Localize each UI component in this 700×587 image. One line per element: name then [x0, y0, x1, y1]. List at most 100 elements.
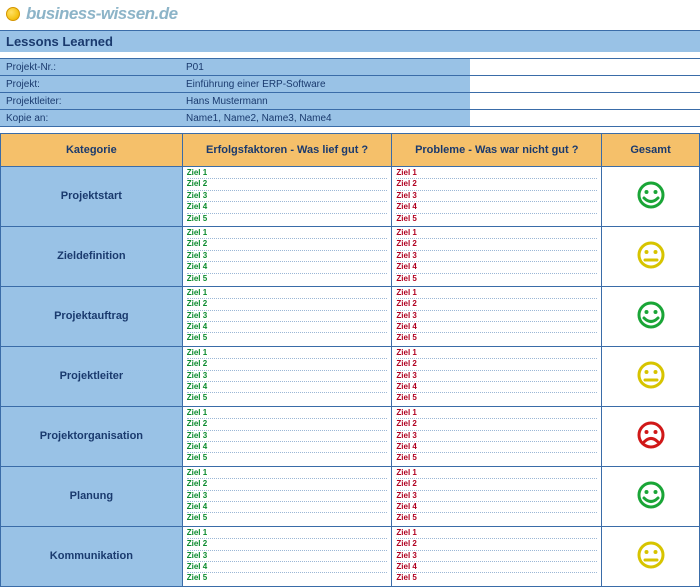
- page-title: Lessons Learned: [0, 30, 700, 52]
- good-cell: Ziel 1Ziel 2 Ziel 3Ziel 4Ziel 5: [182, 526, 392, 586]
- table-row: Projektorganisation Ziel 1Ziel 2Ziel 3Zi…: [1, 406, 700, 466]
- meta-block: Projekt-Nr.: P01 Projekt: Einführung ein…: [0, 58, 700, 127]
- ziel-item: Ziel 3: [187, 312, 388, 322]
- category-cell: Zieldefinition: [1, 226, 183, 286]
- ziel-item: Ziel 2: [396, 180, 597, 190]
- ziel-item: Ziel 5: [187, 454, 388, 463]
- ziel-item: Ziel 2: [187, 180, 388, 190]
- ziel-item: Ziel 4: [187, 263, 388, 273]
- ziel-item: Ziel 4: [187, 203, 388, 213]
- table-row: Projektleiter Ziel 1Ziel 2Ziel 3Ziel 4Zi…: [1, 346, 700, 406]
- ziel-item: Ziel 2: [187, 300, 388, 310]
- table-row: Projektstart Ziel 1Ziel 2Ziel 3Ziel 4Zie…: [1, 167, 700, 227]
- ziel-item: Ziel 2: [396, 300, 597, 310]
- bad-cell: Ziel 1Ziel 2 Ziel 3Ziel 4Ziel 5: [392, 526, 602, 586]
- ziel-item: Ziel 4: [187, 383, 388, 393]
- ziel-item: Ziel 3: [396, 312, 597, 322]
- meta-value-copy: Name1, Name2, Name3, Name4: [180, 110, 470, 126]
- ziel-item: Ziel 5: [396, 275, 597, 284]
- ziel-item: Ziel 5: [187, 394, 388, 403]
- gesamt-cell: [602, 526, 700, 586]
- ziel-item: Ziel 4: [187, 503, 388, 513]
- ziel-item: Ziel 1: [396, 529, 597, 539]
- col-gut: Erfolgsfaktoren - Was lief gut ?: [182, 134, 392, 167]
- good-cell: Ziel 1Ziel 2Ziel 3Ziel 4Ziel 5: [182, 226, 392, 286]
- ziel-item: Ziel 4: [187, 323, 388, 333]
- ziel-item: Ziel 3: [187, 552, 388, 562]
- brand-logo-icon: [6, 7, 20, 21]
- ziel-item: Ziel 2: [187, 420, 388, 430]
- ziel-item: Ziel 1: [396, 349, 597, 359]
- meta-value-projectnr: P01: [180, 59, 470, 75]
- ziel-item: Ziel 1: [187, 169, 388, 179]
- brand-name: business-wissen.de: [26, 4, 178, 24]
- bad-cell: Ziel 1Ziel 2Ziel 3Ziel 4Ziel 5: [392, 406, 602, 466]
- category-cell: Projektstart: [1, 167, 183, 227]
- gesamt-cell: [602, 346, 700, 406]
- ziel-item: Ziel 1: [187, 529, 388, 539]
- ziel-item: Ziel 3: [187, 432, 388, 442]
- category-cell: Kommunikation: [1, 526, 183, 586]
- bad-cell: Ziel 1Ziel 2Ziel 3Ziel 4Ziel 5: [392, 346, 602, 406]
- table-row: Projektauftrag Ziel 1Ziel 2Ziel 3Ziel 4Z…: [1, 286, 700, 346]
- ziel-item: Ziel 1: [187, 409, 388, 419]
- gesamt-cell: [602, 286, 700, 346]
- ziel-item: Ziel 3: [187, 372, 388, 382]
- category-cell: Projektleiter: [1, 346, 183, 406]
- ziel-item: Ziel 1: [396, 409, 597, 419]
- ziel-item: Ziel 2: [396, 360, 597, 370]
- ziel-item: Ziel 4: [396, 263, 597, 273]
- col-bad: Probleme - Was war nicht gut ?: [392, 134, 602, 167]
- ziel-item: Ziel 4: [396, 323, 597, 333]
- mood-face-icon: [637, 481, 665, 509]
- ziel-item: Ziel 1: [396, 169, 597, 179]
- ziel-item: Ziel 1: [187, 349, 388, 359]
- good-cell: Ziel 1Ziel 2Ziel 3Ziel 4Ziel 5: [182, 466, 392, 526]
- meta-value-project: Einführung einer ERP-Software: [180, 76, 470, 92]
- bad-cell: Ziel 1Ziel 2Ziel 3Ziel 4Ziel 5: [392, 226, 602, 286]
- bad-cell: Ziel 1Ziel 2Ziel 3Ziel 4Ziel 5: [392, 466, 602, 526]
- ziel-item: Ziel 2: [187, 540, 388, 550]
- ziel-item: Ziel 1: [187, 469, 388, 479]
- table-row: Planung Ziel 1Ziel 2Ziel 3Ziel 4Ziel 5 Z…: [1, 466, 700, 526]
- gesamt-cell: [602, 226, 700, 286]
- gesamt-cell: [602, 406, 700, 466]
- ziel-item: Ziel 1: [396, 469, 597, 479]
- ziel-item: Ziel 5: [396, 514, 597, 523]
- ziel-item: Ziel 5: [396, 334, 597, 343]
- ziel-item: Ziel 5: [396, 574, 597, 583]
- table-row: Zieldefinition Ziel 1Ziel 2Ziel 3Ziel 4Z…: [1, 226, 700, 286]
- ziel-item: Ziel 2: [187, 240, 388, 250]
- good-cell: Ziel 1Ziel 2Ziel 3Ziel 4Ziel 5: [182, 167, 392, 227]
- ziel-item: Ziel 3: [396, 432, 597, 442]
- ziel-item: Ziel 3: [396, 372, 597, 382]
- meta-label-copy: Kopie an:: [0, 110, 180, 126]
- ziel-item: Ziel 2: [396, 480, 597, 490]
- brand-header: business-wissen.de: [0, 0, 700, 30]
- ziel-item: Ziel 4: [187, 443, 388, 453]
- ziel-item: Ziel 2: [396, 240, 597, 250]
- category-cell: Projektorganisation: [1, 406, 183, 466]
- ziel-item: Ziel 3: [396, 192, 597, 202]
- ziel-item: Ziel 5: [396, 454, 597, 463]
- ziel-item: Ziel 5: [187, 215, 388, 224]
- category-cell: Projektauftrag: [1, 286, 183, 346]
- ziel-item: Ziel 4: [187, 563, 388, 573]
- ziel-item: Ziel 3: [396, 552, 597, 562]
- ziel-item: Ziel 4: [396, 563, 597, 573]
- ziel-item: Ziel 4: [396, 383, 597, 393]
- gesamt-cell: [602, 466, 700, 526]
- mood-face-icon: [637, 421, 665, 449]
- ziel-item: Ziel 5: [187, 574, 388, 583]
- ziel-item: Ziel 2: [187, 360, 388, 370]
- meta-label-project: Projekt:: [0, 76, 180, 92]
- ziel-item: Ziel 1: [187, 229, 388, 239]
- mood-face-icon: [637, 181, 665, 209]
- ziel-item: Ziel 5: [187, 514, 388, 523]
- ziel-item: Ziel 4: [396, 503, 597, 513]
- ziel-item: Ziel 2: [187, 480, 388, 490]
- ziel-item: Ziel 3: [396, 252, 597, 262]
- meta-value-leader: Hans Mustermann: [180, 93, 470, 109]
- mood-face-icon: [637, 301, 665, 329]
- ziel-item: Ziel 2: [396, 540, 597, 550]
